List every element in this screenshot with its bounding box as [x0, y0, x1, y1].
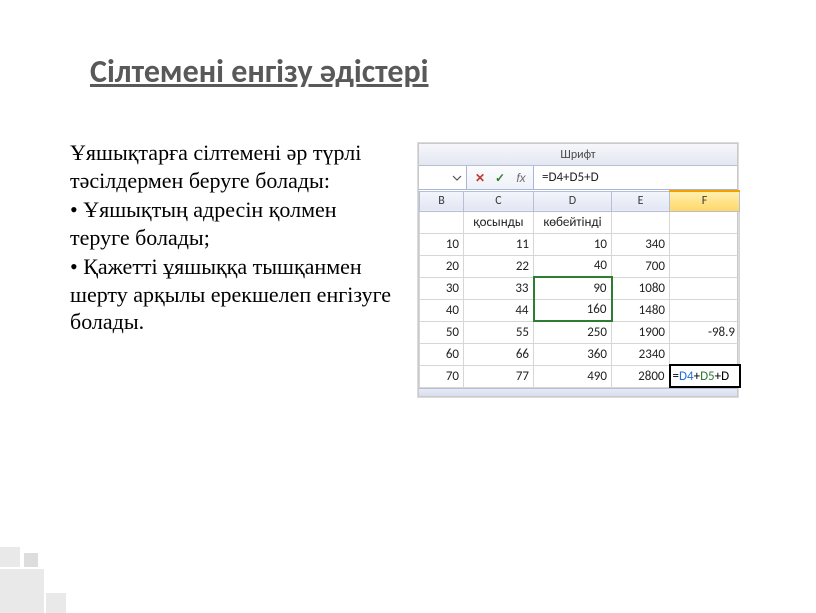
- chevron-down-icon: [452, 173, 462, 183]
- cell[interactable]: 2800: [612, 365, 670, 387]
- cell[interactable]: 66: [464, 343, 534, 365]
- sheet-bottom-strip: [419, 388, 737, 396]
- cell[interactable]: [670, 211, 740, 233]
- table-row: 30 33 90 1080: [420, 277, 740, 299]
- cell[interactable]: көбейтінді: [534, 211, 612, 233]
- column-headers: B C D E F: [420, 191, 740, 211]
- cell[interactable]: 360: [534, 343, 612, 365]
- cell[interactable]: 40: [420, 299, 464, 321]
- cell[interactable]: [612, 211, 670, 233]
- table-row: 20 22 40 700: [420, 255, 740, 277]
- cell[interactable]: 2340: [612, 343, 670, 365]
- cell[interactable]: [670, 277, 740, 299]
- bullet-2: • Қажетті ұяшыққа тышқанмен шерту арқылы…: [70, 253, 400, 336]
- cell[interactable]: 40: [534, 255, 612, 277]
- cell[interactable]: [670, 343, 740, 365]
- cell[interactable]: 33: [464, 277, 534, 299]
- col-header-f[interactable]: F: [670, 191, 740, 211]
- cell[interactable]: 700: [612, 255, 670, 277]
- bullet-1: • Ұяшықтың адресін қолмен теруге болады;: [70, 196, 400, 251]
- cell[interactable]: қосынды: [464, 211, 534, 233]
- col-header-e[interactable]: E: [612, 191, 670, 211]
- cell[interactable]: 490: [534, 365, 612, 387]
- table-row: қосынды көбейтінді: [420, 211, 740, 233]
- table-row: 40 44 160 1480: [420, 299, 740, 321]
- cell[interactable]: 50: [420, 321, 464, 343]
- slide-title: Сілтемені енгізу әдістері: [90, 52, 756, 91]
- col-header-b[interactable]: B: [420, 191, 464, 211]
- cell[interactable]: [420, 211, 464, 233]
- body-text: Ұяшықтарға сілтемені әр түрлі тәсілдерме…: [70, 139, 400, 397]
- cell[interactable]: [670, 299, 740, 321]
- cell-selected[interactable]: 90: [534, 277, 612, 299]
- cell[interactable]: 10: [534, 233, 612, 255]
- cell[interactable]: -98.9: [670, 321, 740, 343]
- col-header-d[interactable]: D: [534, 191, 612, 211]
- cell[interactable]: [670, 233, 740, 255]
- name-box[interactable]: [419, 166, 467, 189]
- cell[interactable]: 55: [464, 321, 534, 343]
- cell[interactable]: 10: [420, 233, 464, 255]
- cell[interactable]: 1900: [612, 321, 670, 343]
- formula-bar-input[interactable]: =D4+D5+D: [534, 166, 737, 189]
- table-row: 60 66 360 2340: [420, 343, 740, 365]
- fx-icon[interactable]: fx: [513, 171, 527, 185]
- ribbon-group-label: Шрифт: [419, 144, 737, 166]
- enter-formula-icon[interactable]: ✓: [493, 171, 507, 185]
- cell[interactable]: 20: [420, 255, 464, 277]
- cell[interactable]: 22: [464, 255, 534, 277]
- cell[interactable]: 70: [420, 365, 464, 387]
- cell[interactable]: 1480: [612, 299, 670, 321]
- cell[interactable]: 30: [420, 277, 464, 299]
- cell[interactable]: 44: [464, 299, 534, 321]
- col-header-c[interactable]: C: [464, 191, 534, 211]
- cell[interactable]: 1080: [612, 277, 670, 299]
- cell[interactable]: 60: [420, 343, 464, 365]
- cell[interactable]: 11: [464, 233, 534, 255]
- intro-text: Ұяшықтарға сілтемені әр түрлі тәсілдерме…: [70, 139, 400, 194]
- cancel-formula-icon[interactable]: ✕: [473, 171, 487, 185]
- corner-decoration: [0, 523, 90, 613]
- excel-screenshot: Шрифт ✕ ✓ fx =D4+D5+D: [418, 143, 738, 397]
- table-row: 70 77 490 2800 =D4+D5+D: [420, 365, 740, 387]
- cell[interactable]: 77: [464, 365, 534, 387]
- table-row: 50 55 250 1900 -98.9: [420, 321, 740, 343]
- cell[interactable]: 250: [534, 321, 612, 343]
- spreadsheet-grid: B C D E F қосынды көбейтінді: [419, 190, 741, 388]
- cell[interactable]: [670, 255, 740, 277]
- cell[interactable]: 340: [612, 233, 670, 255]
- formula-bar-row: ✕ ✓ fx =D4+D5+D: [419, 166, 737, 190]
- cell-selected[interactable]: 160: [534, 299, 612, 321]
- editing-cell[interactable]: =D4+D5+D: [670, 365, 740, 387]
- table-row: 10 11 10 340: [420, 233, 740, 255]
